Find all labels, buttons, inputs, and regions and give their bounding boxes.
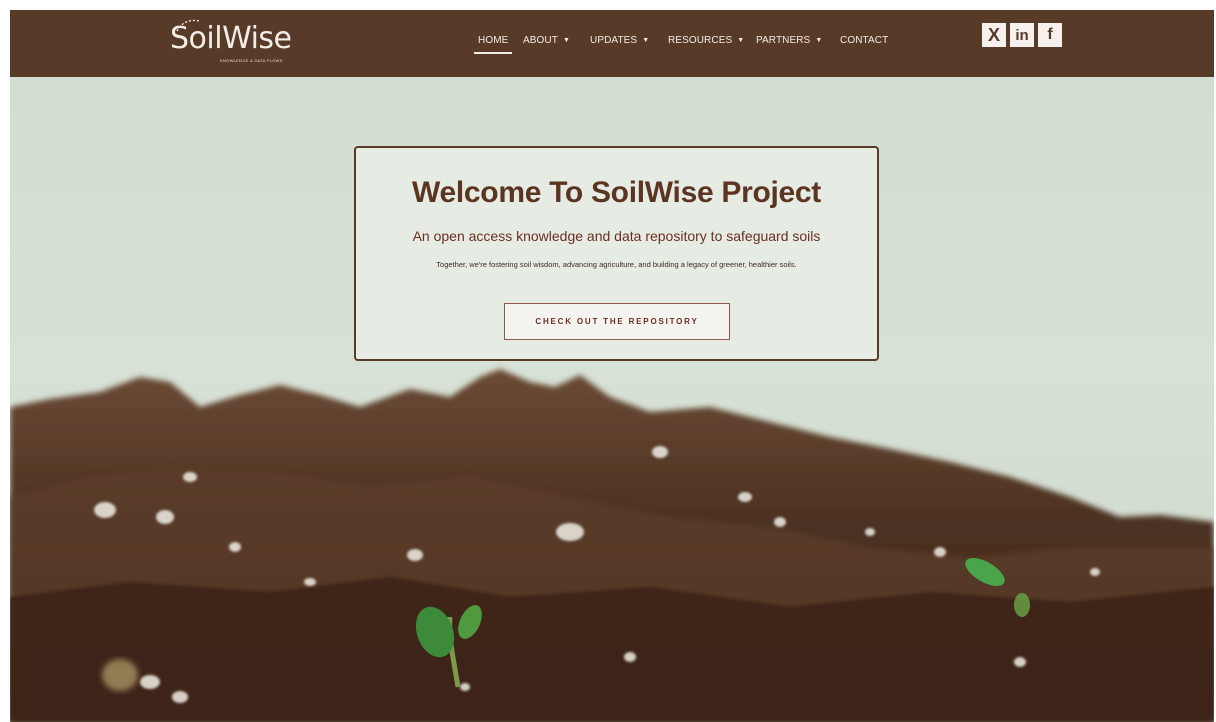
nav-label: HOME — [478, 35, 509, 46]
hero-description: Together, we're fostering soil wisdom, a… — [436, 260, 797, 269]
linkedin-glyph: in — [1015, 26, 1029, 44]
nav-item-updates[interactable]: UPDATES ▼ — [590, 35, 649, 46]
nav-label: ABOUT — [523, 35, 558, 46]
welcome-card: Welcome To SoilWise Project An open acce… — [354, 146, 879, 361]
nav-item-resources[interactable]: RESOURCES ▼ — [668, 35, 744, 46]
nav-item-home[interactable]: HOME — [473, 35, 513, 54]
x-glyph: X — [987, 24, 1000, 45]
hero-subtitle: An open access knowledge and data reposi… — [412, 228, 821, 244]
logo-tagline: KNOWLEDGE & DATA FLOWS — [220, 58, 283, 63]
nav-label: RESOURCES — [668, 35, 733, 46]
facebook-icon[interactable]: f — [1038, 23, 1062, 47]
nav-label: CONTACT — [840, 35, 889, 46]
site-header: SoilWise KNOWLEDGE & DATA FLOWS HOME ABO… — [10, 10, 1214, 77]
x-icon[interactable]: X — [982, 23, 1006, 47]
nav-item-contact[interactable]: CONTACT — [840, 35, 888, 46]
page: SoilWise KNOWLEDGE & DATA FLOWS HOME ABO… — [10, 10, 1214, 722]
hero-section: Welcome To SoilWise Project An open acce… — [10, 77, 1214, 722]
nav-label: UPDATES — [590, 35, 638, 46]
linkedin-icon[interactable]: in — [1010, 23, 1034, 47]
caret-down-icon: ▼ — [642, 37, 650, 44]
nav-label: PARTNERS — [756, 35, 811, 46]
caret-down-icon: ▼ — [815, 37, 823, 44]
nav-item-about[interactable]: ABOUT ▼ — [523, 35, 570, 46]
nav-item-partners[interactable]: PARTNERS ▼ — [756, 35, 822, 46]
caret-down-icon: ▼ — [737, 37, 745, 44]
hero-title: Welcome To SoilWise Project — [412, 176, 821, 209]
soilwise-logo[interactable]: SoilWise KNOWLEDGE & DATA FLOWS — [170, 19, 292, 68]
cta-label: CHECK OUT THE REPOSITORY — [535, 317, 699, 326]
logo-wordmark: SoilWise — [170, 21, 292, 56]
caret-down-icon: ▼ — [562, 37, 570, 44]
facebook-glyph: f — [1047, 26, 1053, 43]
check-out-repository-button[interactable]: CHECK OUT THE REPOSITORY — [504, 303, 730, 340]
